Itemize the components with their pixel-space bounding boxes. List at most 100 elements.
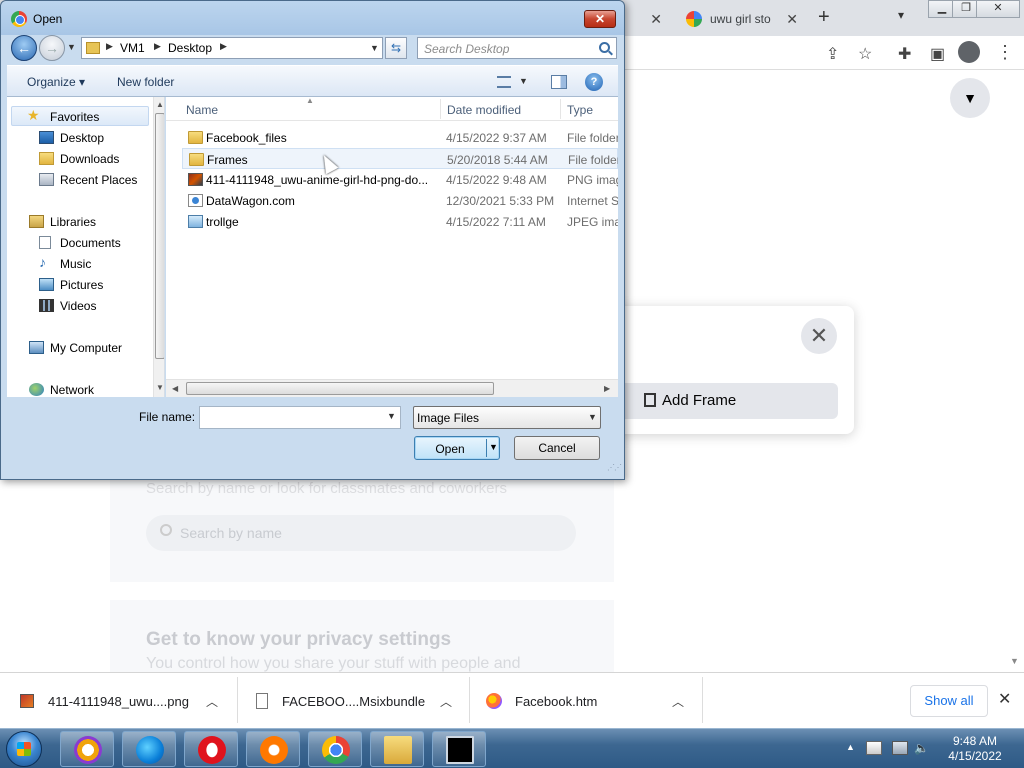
close-download-bar-icon[interactable]: ✕: [998, 689, 1011, 709]
share-icon[interactable]: ⇪: [826, 44, 839, 64]
open-button[interactable]: Open ▼: [414, 436, 500, 460]
system-clock[interactable]: 9:48 AM 4/15/2022: [940, 734, 1010, 764]
privacy-subtitle: You control how you share your stuff wit…: [146, 655, 521, 672]
nav-pane-scrollbar[interactable]: ▲ ▼: [153, 97, 164, 397]
file-row[interactable]: DataWagon.com 12/30/2021 5:33 PM Interne…: [182, 190, 618, 211]
show-hidden-icons-icon[interactable]: ▲: [846, 742, 855, 752]
taskbar-app-1[interactable]: [60, 731, 114, 767]
chrome-menu-icon[interactable]: ⋮: [996, 42, 1014, 63]
chevron-right-icon[interactable]: ▶: [106, 41, 113, 52]
open-options-chevron-icon[interactable]: ▼: [489, 442, 498, 452]
views-chevron-icon[interactable]: ▼: [519, 76, 528, 86]
start-button[interactable]: [6, 731, 42, 767]
back-button[interactable]: ←: [11, 35, 37, 61]
taskbar-opera[interactable]: [184, 731, 238, 767]
account-dropdown-button[interactable]: ▼: [950, 78, 990, 118]
scroll-up-arrow[interactable]: ▲: [156, 100, 164, 109]
close-tab-icon[interactable]: ✕: [650, 11, 662, 28]
png-image-icon: [188, 173, 203, 186]
column-divider[interactable]: [560, 99, 561, 119]
column-divider[interactable]: [440, 99, 441, 119]
scroll-down-arrow[interactable]: ▼: [1010, 656, 1019, 666]
folder-icon: [188, 131, 203, 144]
people-search-input[interactable]: Search by name: [146, 515, 576, 551]
cancel-button[interactable]: Cancel: [514, 436, 600, 460]
views-icon[interactable]: [497, 76, 511, 88]
tab-search-chevron-icon[interactable]: ▾: [898, 8, 904, 22]
forward-button[interactable]: →: [39, 35, 65, 61]
taskbar-cmd[interactable]: [432, 731, 486, 767]
network-globe-icon: [29, 383, 44, 396]
resize-grip-icon[interactable]: ⋰⋰: [607, 463, 622, 472]
dialog-titlebar[interactable]: Open ✕: [1, 1, 624, 35]
scrollbar-thumb[interactable]: [186, 382, 494, 395]
file-row[interactable]: Facebook_files 4/15/2022 9:37 AM File fo…: [182, 127, 618, 148]
scroll-right-arrow[interactable]: ▶: [604, 384, 610, 393]
file-list-horizontal-scrollbar[interactable]: ◀ ▶: [166, 379, 618, 397]
taskbar-chrome[interactable]: [308, 731, 362, 767]
show-all-button[interactable]: Show all: [910, 685, 988, 717]
new-folder-button[interactable]: New folder: [117, 75, 174, 89]
search-icon: [599, 42, 610, 53]
scroll-left-arrow[interactable]: ◀: [172, 384, 178, 393]
network-icon[interactable]: [892, 741, 908, 755]
chevron-up-icon[interactable]: ︿: [440, 693, 452, 710]
profile-avatar[interactable]: [958, 41, 980, 63]
search-hint-text: Search by name or look for classmates an…: [146, 480, 507, 497]
preview-pane-icon[interactable]: [551, 75, 567, 89]
download-item[interactable]: 411-4111948_uwu....png ︿: [20, 679, 230, 723]
taskbar-edge[interactable]: [122, 731, 176, 767]
close-window-button[interactable]: ✕: [976, 0, 1020, 18]
file-name-input[interactable]: [199, 406, 401, 429]
file-row[interactable]: 411-4111948_uwu-anime-girl-hd-png-do... …: [182, 169, 618, 190]
file-row[interactable]: trollge 4/15/2022 7:11 AM JPEG imag: [182, 211, 618, 232]
file-name-label: File name:: [139, 410, 196, 424]
dialog-close-button[interactable]: ✕: [584, 10, 616, 28]
volume-icon[interactable]: 🔈: [914, 741, 930, 755]
file-row[interactable]: Frames 5/20/2018 5:44 AM File folder: [182, 148, 618, 169]
chevron-up-icon[interactable]: ︿: [206, 693, 218, 710]
extensions-puzzle-icon[interactable]: ✚: [898, 44, 911, 64]
close-tab-icon[interactable]: ✕: [786, 11, 798, 28]
file-name-history-chevron-icon[interactable]: ▼: [387, 411, 396, 421]
file-type: File folder: [568, 153, 618, 167]
bookmark-star-icon[interactable]: ☆: [858, 44, 872, 64]
chevron-up-icon[interactable]: ︿: [672, 693, 684, 710]
file-name: trollge: [206, 215, 239, 229]
download-item[interactable]: FACEBOO....Msixbundle ︿: [256, 679, 462, 723]
column-name[interactable]: Name: [186, 103, 218, 117]
file-date: 5/20/2018 5:44 AM: [447, 153, 548, 167]
navigation-pane: ★ Favorites Desktop Downloads Recent Pla…: [7, 97, 165, 397]
help-icon[interactable]: ?: [585, 73, 603, 91]
new-tab-button[interactable]: +: [818, 6, 830, 29]
scrollbar-thumb[interactable]: [155, 113, 164, 359]
address-bar[interactable]: ▶ VM1 ▶ Desktop ▶ ▼: [81, 37, 383, 59]
address-history-chevron-icon[interactable]: ▼: [370, 43, 379, 53]
chevron-right-icon[interactable]: ▶: [220, 41, 227, 52]
taskbar-avast[interactable]: [246, 731, 300, 767]
column-date-modified[interactable]: Date modified: [447, 103, 521, 117]
recent-pages-chevron-icon[interactable]: ▼: [67, 42, 76, 52]
download-item[interactable]: Facebook.htm ︿: [486, 679, 696, 723]
side-panel-icon[interactable]: ▣: [930, 44, 945, 64]
action-center-icon[interactable]: [866, 741, 882, 755]
add-frame-button[interactable]: Add Frame: [616, 383, 838, 419]
command-bar: Organize ▾ New folder ▼ ?: [7, 65, 618, 97]
close-modal-button[interactable]: ✕: [801, 318, 837, 354]
scroll-down-arrow[interactable]: ▼: [156, 383, 164, 392]
breadcrumb-vm1[interactable]: VM1: [120, 41, 145, 55]
organize-button[interactable]: Organize ▾: [27, 75, 85, 89]
column-type[interactable]: Type: [567, 103, 593, 117]
search-desktop-input[interactable]: Search Desktop: [417, 37, 617, 59]
tab-title: uwu girl sto: [710, 12, 771, 26]
chevron-right-icon[interactable]: ▶: [154, 41, 161, 52]
file-type-filter-select[interactable]: Image Files ▼: [413, 406, 601, 429]
taskbar-explorer[interactable]: [370, 731, 424, 767]
tab-uwu-search[interactable]: uwu girl sto ✕: [676, 4, 806, 34]
breadcrumb-desktop[interactable]: Desktop: [168, 41, 212, 55]
refresh-button[interactable]: ⇆: [385, 37, 407, 59]
nav-favorites[interactable]: ★ Favorites: [7, 107, 147, 127]
file-type: File folder: [567, 131, 618, 145]
file-name: DataWagon.com: [206, 194, 295, 208]
chrome-icon: [11, 11, 27, 27]
